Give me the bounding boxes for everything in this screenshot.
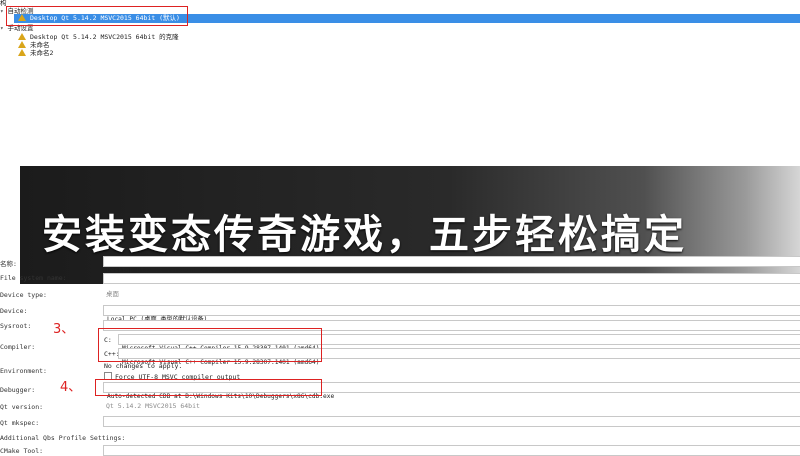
cmake-tool-field[interactable] — [103, 445, 800, 456]
qt-version-value[interactable]: Qt 5.14.2 MSVC2015 64bit — [106, 402, 200, 410]
environment-value: No changes to apply. — [104, 362, 183, 370]
name-field[interactable]: Desktop Qt %{Qt:Version} MSVC2015 64bit — [103, 256, 800, 274]
compiler-label: Compiler: — [0, 343, 36, 351]
annotation-debugger-box — [95, 379, 322, 396]
warning-icon — [18, 49, 26, 56]
debugger-label: Debugger: — [0, 386, 36, 394]
cmake-tool-label: CMake Tool: — [0, 447, 44, 455]
annotation-compiler-box — [98, 328, 322, 362]
warning-icon — [18, 33, 26, 40]
banner-title: 安装变态传奇游戏，五步轻松搞定 — [42, 212, 687, 258]
tree-item-label: 未命名2 — [30, 49, 54, 57]
tree-item-manual-kit-3[interactable]: 未命名2 — [18, 49, 53, 57]
tree-item-label: Desktop Qt 5.14.2 MSVC2015 64bit 的克隆 — [30, 33, 179, 41]
annotation-highlight-box — [6, 6, 188, 26]
annotation-step-3: 3、 — [53, 322, 75, 337]
expand-arrow-icon[interactable]: ▾ — [0, 8, 4, 15]
environment-label: Environment: — [0, 367, 47, 375]
sysroot-label: Sysroot: — [0, 322, 32, 330]
annotation-step-4: 4、 — [60, 380, 82, 395]
device-type-label: Device type: — [0, 291, 47, 299]
device-type-value[interactable]: 桌面 — [106, 290, 119, 298]
device-select[interactable]: Local PC (桌面 类型的默认设备) — [103, 305, 800, 323]
qt-mkspec-label: Qt mkspec: — [0, 419, 40, 427]
qbs-profile-label: Additional Qbs Profile Settings: — [0, 434, 126, 442]
warning-icon — [18, 41, 26, 48]
expand-arrow-icon[interactable]: ▾ — [0, 25, 4, 32]
device-label: Device: — [0, 307, 28, 315]
file-system-name-field[interactable] — [103, 273, 800, 284]
qt-version-label: Qt version: — [0, 403, 44, 411]
file-system-name-label: File system name: — [0, 274, 67, 282]
tree-item-manual-kit-1[interactable]: Desktop Qt 5.14.2 MSVC2015 64bit 的克隆 — [18, 33, 179, 41]
qt-mkspec-field[interactable] — [103, 416, 800, 427]
tree-item-manual-kit-2[interactable]: 未命名 — [18, 41, 50, 49]
name-label: 名称: — [0, 260, 17, 268]
tree-item-label: 未命名 — [30, 41, 50, 49]
